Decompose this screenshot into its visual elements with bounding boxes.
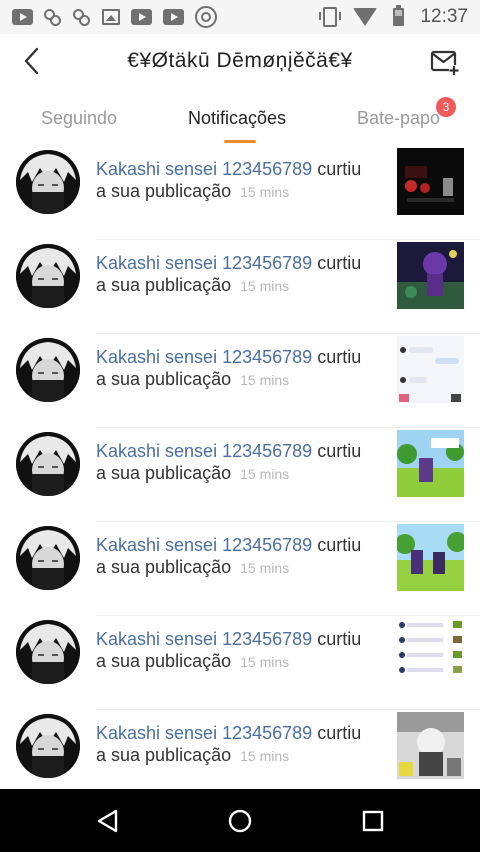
notification-text: Kakashi sensei 123456789 curtiu a sua pu… (96, 440, 386, 485)
notification-text: Kakashi sensei 123456789 curtiu a sua pu… (96, 722, 386, 767)
avatar[interactable] (16, 714, 80, 778)
timestamp: 15 mins (240, 466, 290, 482)
user-name[interactable]: Kakashi sensei 123456789 (96, 441, 312, 461)
action-text: curtiu (317, 629, 362, 649)
user-name[interactable]: Kakashi sensei 123456789 (96, 629, 312, 649)
tab-bar: Seguindo Notificações Bate-papo 3 (0, 92, 480, 144)
list-item[interactable]: Kakashi sensei 123456789 curtiu a sua pu… (0, 522, 480, 616)
tab-seguindo[interactable]: Seguindo (41, 108, 117, 129)
object-text: a sua publicação (96, 557, 232, 577)
gallery-icon (102, 9, 120, 25)
notification-text: Kakashi sensei 123456789 curtiu a sua pu… (96, 158, 386, 203)
list-item[interactable]: Kakashi sensei 123456789 curtiu a sua pu… (0, 616, 480, 710)
object-text: a sua publicação (96, 181, 232, 201)
user-name[interactable]: Kakashi sensei 123456789 (96, 723, 312, 743)
tab-notificacoes[interactable]: Notificações (188, 108, 286, 129)
list-item[interactable]: Kakashi sensei 123456789 curtiu a sua pu… (0, 428, 480, 522)
post-thumbnail[interactable] (397, 242, 464, 309)
timestamp: 15 mins (240, 654, 290, 670)
post-thumbnail[interactable] (397, 712, 464, 779)
object-text: a sua publicação (96, 463, 232, 483)
post-thumbnail[interactable] (397, 148, 464, 215)
post-thumbnail[interactable] (397, 336, 464, 403)
battery-icon (393, 5, 405, 26)
notification-text: Kakashi sensei 123456789 curtiu a sua pu… (96, 628, 386, 673)
object-text: a sua publicação (96, 369, 232, 389)
youtube-icon (12, 9, 33, 25)
cs-icon (73, 9, 91, 26)
vibrate-icon (319, 7, 342, 27)
status-bar: 12:37 (0, 0, 480, 34)
cs-icon (44, 9, 62, 26)
chrome-icon (195, 6, 217, 28)
user-name[interactable]: Kakashi sensei 123456789 (96, 253, 312, 273)
list-item[interactable]: Kakashi sensei 123456789 curtiu a sua pu… (0, 240, 480, 334)
tab-bate-papo[interactable]: Bate-papo (357, 108, 440, 129)
post-thumbnail[interactable] (397, 618, 464, 685)
nav-recents-icon[interactable] (362, 810, 384, 832)
action-text: curtiu (317, 535, 362, 555)
action-text: curtiu (317, 441, 362, 461)
avatar[interactable] (16, 432, 80, 496)
youtube-icon (163, 9, 184, 25)
notification-text: Kakashi sensei 123456789 curtiu a sua pu… (96, 252, 386, 297)
timestamp: 15 mins (240, 372, 290, 388)
post-thumbnail[interactable] (397, 524, 464, 591)
system-icons: 12:37 (319, 0, 468, 34)
action-text: curtiu (317, 723, 362, 743)
wifi-icon (353, 8, 378, 26)
notification-text: Kakashi sensei 123456789 curtiu a sua pu… (96, 534, 386, 579)
avatar[interactable] (16, 244, 80, 308)
action-text: curtiu (317, 253, 362, 273)
list-item[interactable]: Kakashi sensei 123456789 curtiu a sua pu… (0, 710, 480, 789)
nav-home-icon[interactable] (228, 809, 252, 833)
timestamp: 15 mins (240, 184, 290, 200)
user-name[interactable]: Kakashi sensei 123456789 (96, 535, 312, 555)
avatar[interactable] (16, 338, 80, 402)
timestamp: 15 mins (240, 560, 290, 576)
active-tab-indicator (224, 140, 256, 143)
avatar[interactable] (16, 150, 80, 214)
app-header: €¥Øtäkū Dēmøņįěčä€¥ (0, 34, 480, 90)
avatar[interactable] (16, 526, 80, 590)
timestamp: 15 mins (240, 748, 290, 764)
action-text: curtiu (317, 159, 362, 179)
clock: 12:37 (420, 6, 468, 27)
chevron-left-icon[interactable] (20, 46, 46, 76)
notification-icons (0, 6, 217, 28)
notification-text: Kakashi sensei 123456789 curtiu a sua pu… (96, 346, 386, 391)
user-name[interactable]: Kakashi sensei 123456789 (96, 347, 312, 367)
action-text: curtiu (317, 347, 362, 367)
youtube-icon (131, 9, 152, 25)
timestamp: 15 mins (240, 278, 290, 294)
object-text: a sua publicação (96, 745, 232, 765)
user-name[interactable]: Kakashi sensei 123456789 (96, 159, 312, 179)
page-title: €¥Øtäkū Dēmøņįěčä€¥ (127, 49, 353, 72)
notification-list: Kakashi sensei 123456789 curtiu a sua pu… (0, 146, 480, 789)
object-text: a sua publicação (96, 275, 232, 295)
list-item[interactable]: Kakashi sensei 123456789 curtiu a sua pu… (0, 334, 480, 428)
object-text: a sua publicação (96, 651, 232, 671)
mail-plus-icon[interactable] (430, 47, 460, 77)
system-nav-bar (0, 789, 480, 852)
avatar[interactable] (16, 620, 80, 684)
list-item[interactable]: Kakashi sensei 123456789 curtiu a sua pu… (0, 146, 480, 240)
post-thumbnail[interactable] (397, 430, 464, 497)
nav-back-icon[interactable] (96, 809, 120, 833)
unread-badge: 3 (436, 97, 456, 117)
